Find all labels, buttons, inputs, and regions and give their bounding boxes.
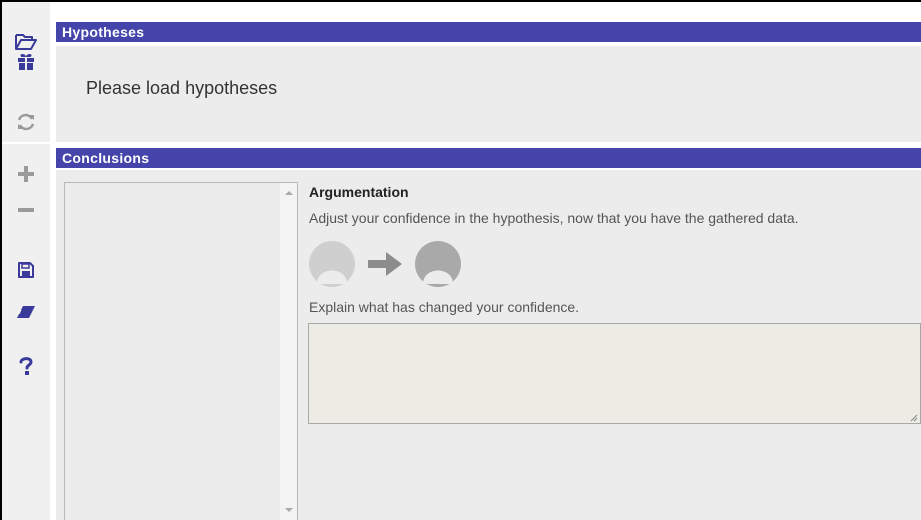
help-icon[interactable] xyxy=(14,354,38,378)
hypotheses-panel: Please load hypotheses xyxy=(56,46,921,142)
confidence-before-icon[interactable] xyxy=(309,241,355,287)
plus-icon[interactable] xyxy=(14,162,38,186)
resize-grip-icon[interactable] xyxy=(908,412,918,422)
scroll-down-arrow-icon[interactable] xyxy=(285,508,293,512)
minus-icon[interactable] xyxy=(14,198,38,222)
hypotheses-empty-message: Please load hypotheses xyxy=(86,78,278,98)
conclusions-header: Conclusions xyxy=(56,148,921,168)
eraser-icon[interactable] xyxy=(14,300,38,324)
argumentation-description: Adjust your confidence in the hypothesis… xyxy=(309,210,799,226)
hypotheses-header: Hypotheses xyxy=(56,22,921,42)
left-toolbar xyxy=(2,2,50,520)
toolbar-divider xyxy=(2,142,50,144)
arrow-right-icon xyxy=(368,252,402,276)
refresh-icon[interactable] xyxy=(14,110,38,134)
main-panel: Hypotheses Please load hypotheses Conclu… xyxy=(56,2,921,520)
gift-icon[interactable] xyxy=(14,50,38,74)
explain-textarea[interactable] xyxy=(308,323,921,424)
confidence-row xyxy=(308,240,508,288)
explain-label: Explain what has changed your confidence… xyxy=(309,299,580,315)
scroll-up-arrow-icon[interactable] xyxy=(285,191,293,195)
argumentation-title: Argumentation xyxy=(309,184,409,200)
list-scrollbar[interactable] xyxy=(280,183,297,520)
conclusions-panel: Argumentation Adjust your confidence in … xyxy=(56,170,921,520)
confidence-after-icon[interactable] xyxy=(415,241,461,287)
conclusions-list[interactable] xyxy=(64,182,298,520)
save-icon[interactable] xyxy=(14,258,38,282)
